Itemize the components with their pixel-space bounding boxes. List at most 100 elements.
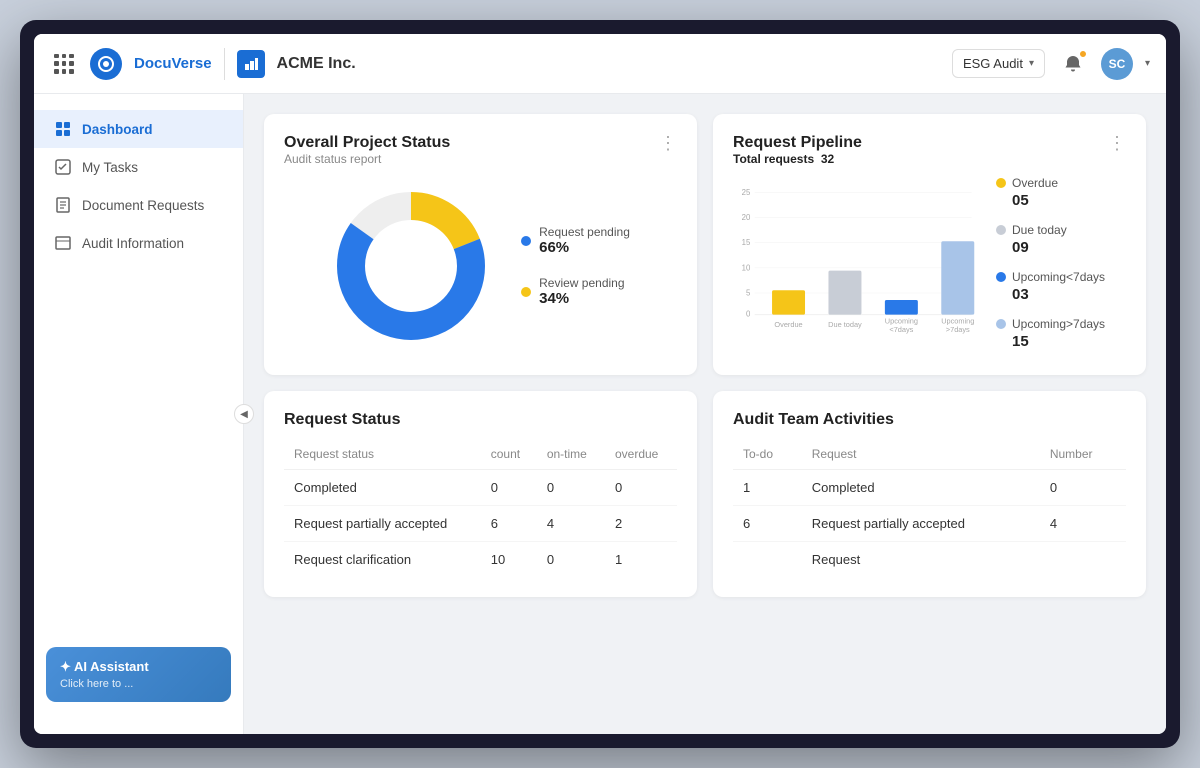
legend-upcoming-7-value: 03 <box>1012 286 1126 303</box>
dashboard-icon <box>54 120 72 138</box>
app-header: DocuVerse ACME Inc. ESG Audit ▾ <box>34 34 1166 94</box>
overall-project-more-icon[interactable]: ⋮ <box>659 134 677 152</box>
header-left: DocuVerse ACME Inc. <box>50 48 940 80</box>
company-name: ACME Inc. <box>277 55 356 73</box>
donut-chart <box>331 186 491 346</box>
request-pipeline-header: Request Pipeline Total requests 32 ⋮ <box>733 134 1126 166</box>
ontime-partially: 4 <box>537 506 605 542</box>
svg-text:20: 20 <box>742 213 751 222</box>
pipeline-more-icon[interactable]: ⋮ <box>1108 134 1126 152</box>
col-request-status: Request status <box>284 439 481 470</box>
audit-team-header-row: To-do Request Number <box>733 439 1126 470</box>
request-status-title: Request Status <box>284 411 677 429</box>
bar-chart-svg: 25 20 15 10 5 0 <box>733 170 976 350</box>
audit-number-3 <box>1040 542 1126 578</box>
audit-icon <box>54 234 72 252</box>
app-grid-icon[interactable] <box>50 50 78 78</box>
col-request: Request <box>802 439 1040 470</box>
ai-assistant-button[interactable]: ✦ AI Assistant Click here to ... <box>46 647 231 702</box>
user-menu-chevron[interactable]: ▾ <box>1145 58 1150 69</box>
audit-todo-2: 6 <box>733 506 802 542</box>
audit-request-3: Request <box>802 542 1040 578</box>
sidebar-collapse-button[interactable]: ◀ <box>234 404 254 424</box>
table-row: 6 Request partially accepted 4 <box>733 506 1126 542</box>
app-name: DocuVerse <box>134 55 212 72</box>
company-icon <box>237 50 265 78</box>
legend-due-today: Due today 09 <box>996 223 1126 256</box>
svg-text:10: 10 <box>742 263 751 272</box>
overall-project-status-title-block: Overall Project Status Audit status repo… <box>284 134 450 182</box>
audit-team-activities-title: Audit Team Activities <box>733 411 1126 429</box>
request-status-header-row: Request status count on-time overdue <box>284 439 677 470</box>
audit-number-1: 0 <box>1040 470 1126 506</box>
overdue-partially: 2 <box>605 506 677 542</box>
svg-text:Upcoming: Upcoming <box>885 316 918 325</box>
col-todo: To-do <box>733 439 802 470</box>
legend-dot-yellow <box>521 287 531 297</box>
sidebar-item-my-tasks-label: My Tasks <box>82 160 138 175</box>
legend-review-pending-block: Review pending 34% <box>539 276 624 307</box>
status-clarification: Request clarification <box>284 542 481 578</box>
table-row: Request clarification 10 0 1 <box>284 542 677 578</box>
request-status-card: Request Status Request status count on-t… <box>264 391 697 597</box>
legend-upcoming-7plus-value: 15 <box>1012 333 1126 350</box>
user-avatar[interactable]: SC <box>1101 48 1133 80</box>
legend-upcoming-7-label: Upcoming<7days <box>1012 270 1105 284</box>
legend-request-pending-block: Request pending 66% <box>539 225 630 256</box>
overall-project-status-title: Overall Project Status <box>284 134 450 152</box>
col-count: count <box>481 439 537 470</box>
notification-badge <box>1079 50 1087 58</box>
audit-team-table: To-do Request Number 1 Completed 0 <box>733 439 1126 577</box>
sidebar-item-dashboard[interactable]: Dashboard <box>34 110 243 148</box>
dot-overdue <box>996 178 1006 188</box>
table-row: Request partially accepted 6 4 2 <box>284 506 677 542</box>
sidebar-item-my-tasks[interactable]: My Tasks <box>34 148 243 186</box>
legend-upcoming-7plus: Upcoming>7days 15 <box>996 317 1126 350</box>
status-completed: Completed <box>284 470 481 506</box>
audit-team-activities-card: Audit Team Activities To-do Request Numb… <box>713 391 1146 597</box>
audit-request-2: Request partially accepted <box>802 506 1040 542</box>
ontime-completed: 0 <box>537 470 605 506</box>
audit-todo-3 <box>733 542 802 578</box>
pipeline-total-prefix: Total requests <box>733 152 814 166</box>
legend-upcoming-7plus-label: Upcoming>7days <box>1012 317 1105 331</box>
table-row: Completed 0 0 0 <box>284 470 677 506</box>
sidebar-item-document-requests[interactable]: Document Requests <box>34 186 243 224</box>
sidebar-item-dashboard-label: Dashboard <box>82 122 153 137</box>
svg-text:0: 0 <box>746 309 751 318</box>
table-row: 1 Completed 0 <box>733 470 1126 506</box>
legend-request-pending-pct: 66% <box>539 239 630 256</box>
header-right: ESG Audit ▾ SC ▾ <box>952 48 1150 80</box>
legend-item-review-pending: Review pending 34% <box>521 276 630 307</box>
legend-due-today-label: Due today <box>1012 223 1067 237</box>
donut-legend: Request pending 66% Review pending 34% <box>521 225 630 307</box>
top-cards-row: Overall Project Status Audit status repo… <box>264 114 1146 375</box>
legend-review-pending-pct: 34% <box>539 290 624 307</box>
col-on-time: on-time <box>537 439 605 470</box>
sidebar-item-document-requests-label: Document Requests <box>82 198 204 213</box>
request-pipeline-title-block: Request Pipeline Total requests 32 <box>733 134 862 166</box>
audit-request-1: Completed <box>802 470 1040 506</box>
count-clarification: 10 <box>481 542 537 578</box>
audit-number-2: 4 <box>1040 506 1126 542</box>
audit-selector[interactable]: ESG Audit ▾ <box>952 49 1045 78</box>
legend-item-request-pending: Request pending 66% <box>521 225 630 256</box>
document-icon <box>54 196 72 214</box>
request-status-table: Request status count on-time overdue Com… <box>284 439 677 577</box>
legend-review-pending-label: Review pending <box>539 276 624 290</box>
legend-due-today-value: 09 <box>1012 239 1126 256</box>
bottom-row: Request Status Request status count on-t… <box>264 391 1146 597</box>
docuverse-logo <box>90 48 122 80</box>
content-area: Overall Project Status Audit status repo… <box>244 94 1166 734</box>
dot-upcoming-7plus <box>996 319 1006 329</box>
notifications-button[interactable] <box>1057 48 1089 80</box>
ai-assistant-title: ✦ AI Assistant <box>60 659 217 675</box>
dot-due-today <box>996 225 1006 235</box>
request-pipeline-title: Request Pipeline <box>733 134 862 152</box>
svg-text:15: 15 <box>742 238 751 247</box>
sidebar-item-audit-information[interactable]: Audit Information <box>34 224 243 262</box>
count-partially: 6 <box>481 506 537 542</box>
donut-chart-container: Request pending 66% Review pending 34% <box>284 186 677 346</box>
svg-text:Overdue: Overdue <box>774 320 802 329</box>
sidebar-wrapper: ◀ Dashboard <box>34 94 244 734</box>
